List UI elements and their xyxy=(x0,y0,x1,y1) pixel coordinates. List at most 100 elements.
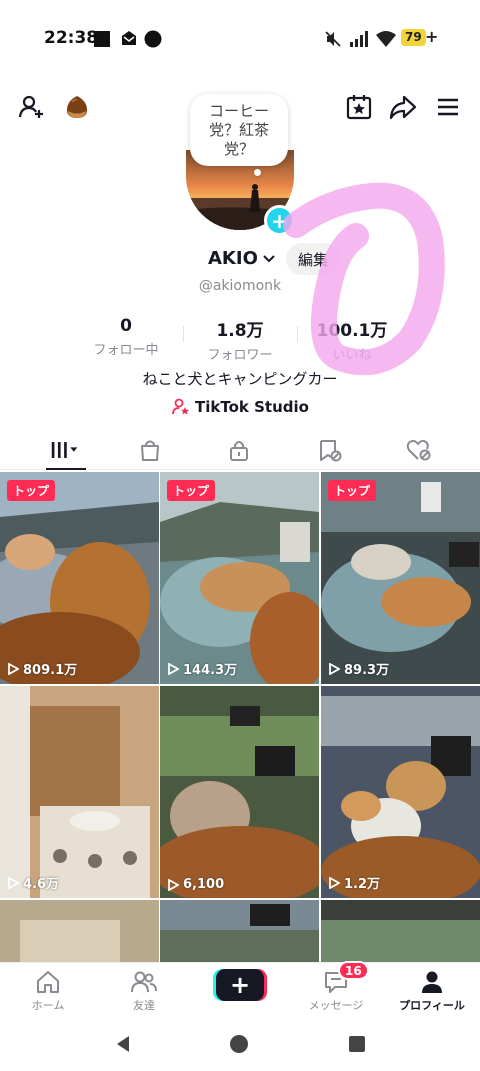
nav-friends-label: 友達 xyxy=(133,999,155,1012)
tab-reposts[interactable] xyxy=(315,436,345,464)
share-icon[interactable] xyxy=(388,92,418,122)
video-tile[interactable]: 1.2万 xyxy=(321,686,480,898)
video-tile[interactable] xyxy=(0,900,159,962)
tab-private[interactable] xyxy=(224,436,254,464)
view-count-text: 4.6万 xyxy=(23,877,60,892)
stat-label: フォロワー xyxy=(207,348,273,363)
home-circle-icon[interactable] xyxy=(229,1034,249,1054)
nav-home-label: ホーム xyxy=(31,999,65,1012)
play-icon xyxy=(8,876,19,889)
recents-square-icon[interactable] xyxy=(347,1034,367,1054)
message-count-badge: 16 xyxy=(338,961,369,980)
friends-icon xyxy=(131,971,157,993)
video-thumbnail xyxy=(0,900,159,962)
nav-profile-label: プロフィール xyxy=(399,999,465,1012)
status-time: 22:38 xyxy=(44,28,99,48)
view-count-text: 144.3万 xyxy=(183,663,238,678)
video-tile[interactable] xyxy=(321,900,480,962)
lock-icon xyxy=(230,441,248,461)
stat-label: いいね xyxy=(332,348,372,363)
status-bar: 22:38 79 + xyxy=(0,0,480,78)
play-icon xyxy=(329,876,340,889)
active-tab-indicator xyxy=(46,468,86,470)
add-story-button[interactable]: + xyxy=(264,205,295,236)
create-button[interactable]: + xyxy=(216,969,264,1001)
video-thumbnail xyxy=(321,900,480,962)
liked-hidden-icon xyxy=(406,439,431,461)
stat-label: フォロー中 xyxy=(93,343,159,358)
nav-messages-label: メッセージ xyxy=(308,999,364,1012)
view-count-text: 809.1万 xyxy=(23,663,78,678)
add-friend-icon[interactable] xyxy=(17,92,47,122)
tab-liked[interactable] xyxy=(404,436,434,464)
mail-icon xyxy=(122,31,136,45)
play-icon xyxy=(329,662,340,675)
tab-videos[interactable] xyxy=(50,436,80,464)
video-thumbnail xyxy=(321,472,480,684)
view-count: 89.3万 xyxy=(328,659,389,678)
nav-home[interactable]: ホーム xyxy=(0,969,96,1013)
edit-profile-button[interactable]: 編集 xyxy=(286,243,340,275)
bottom-nav: ホーム 友達 + メッセージ 16 プロフィール xyxy=(0,961,480,1018)
nav-messages[interactable]: メッセージ xyxy=(288,969,384,1013)
video-tile[interactable]: トップ 144.3万 xyxy=(160,472,319,684)
square-notification-icon xyxy=(94,31,110,47)
video-thumbnail xyxy=(321,686,480,898)
view-count-text: 89.3万 xyxy=(344,663,390,678)
circle-icon xyxy=(144,30,162,48)
studio-person-icon xyxy=(172,398,190,415)
chestnut-avatar-icon[interactable] xyxy=(62,92,92,122)
nav-profile[interactable]: プロフィール xyxy=(384,969,480,1013)
menu-icon[interactable] xyxy=(433,92,463,122)
video-thumbnail xyxy=(160,900,319,962)
video-tile[interactable]: トップ 809.1万 xyxy=(0,472,159,684)
stat-likes[interactable]: 100.1万 いいね xyxy=(297,316,407,363)
video-tile[interactable]: 4.6万 xyxy=(0,686,159,898)
video-thumbnail xyxy=(0,472,159,684)
stat-followers[interactable]: 1.8万 フォロワー xyxy=(185,316,295,363)
profile-tabs xyxy=(0,430,480,470)
videos-grid-icon xyxy=(51,442,78,458)
battery-level: 79 xyxy=(401,29,426,46)
charging-indicator: + xyxy=(425,27,439,46)
video-thumbnail xyxy=(160,472,319,684)
system-nav-bar xyxy=(0,1018,480,1071)
chevron-down-icon xyxy=(263,254,275,262)
studio-label: TikTok Studio xyxy=(195,398,309,416)
mute-icon xyxy=(325,31,341,47)
stat-following[interactable]: 0 フォロー中 xyxy=(71,316,181,358)
video-tile[interactable]: 6,100 xyxy=(160,686,319,898)
view-count: 1.2万 xyxy=(328,873,380,892)
view-count-text: 1.2万 xyxy=(344,877,381,892)
username-text: AKIO xyxy=(208,248,258,269)
stat-value: 100.1万 xyxy=(316,321,388,341)
view-count: 809.1万 xyxy=(7,659,77,678)
stat-value: 1.8万 xyxy=(216,321,264,341)
calendar-star-icon[interactable] xyxy=(344,92,374,122)
view-count: 6,100 xyxy=(167,877,224,892)
note-bubble-tail xyxy=(254,169,261,176)
signal-icon xyxy=(350,31,368,47)
video-tile[interactable] xyxy=(160,900,319,962)
tiktok-studio-link[interactable]: TikTok Studio xyxy=(0,397,480,417)
stat-value: 0 xyxy=(120,316,132,336)
view-count: 144.3万 xyxy=(167,659,237,678)
profile-bio: ねこと犬とキャンピングカー xyxy=(142,370,338,388)
top-badge: トップ xyxy=(328,480,377,501)
play-icon xyxy=(168,878,179,891)
username[interactable]: AKIO xyxy=(208,248,276,269)
tab-shop[interactable] xyxy=(135,436,165,464)
play-icon xyxy=(168,662,179,675)
profile-note-bubble[interactable]: コーヒー党？紅茶党？ xyxy=(190,94,288,166)
home-icon xyxy=(37,971,59,993)
view-count-text: 6,100 xyxy=(183,877,225,892)
profile-icon xyxy=(422,971,442,993)
view-count: 4.6万 xyxy=(7,873,59,892)
nav-friends[interactable]: 友達 xyxy=(96,969,192,1013)
top-badge: トップ xyxy=(7,480,56,501)
video-tile[interactable]: トップ 89.3万 xyxy=(321,472,480,684)
back-icon[interactable] xyxy=(113,1034,133,1054)
stat-divider xyxy=(183,326,184,342)
video-thumbnail xyxy=(160,686,319,898)
wifi-icon xyxy=(376,31,396,47)
